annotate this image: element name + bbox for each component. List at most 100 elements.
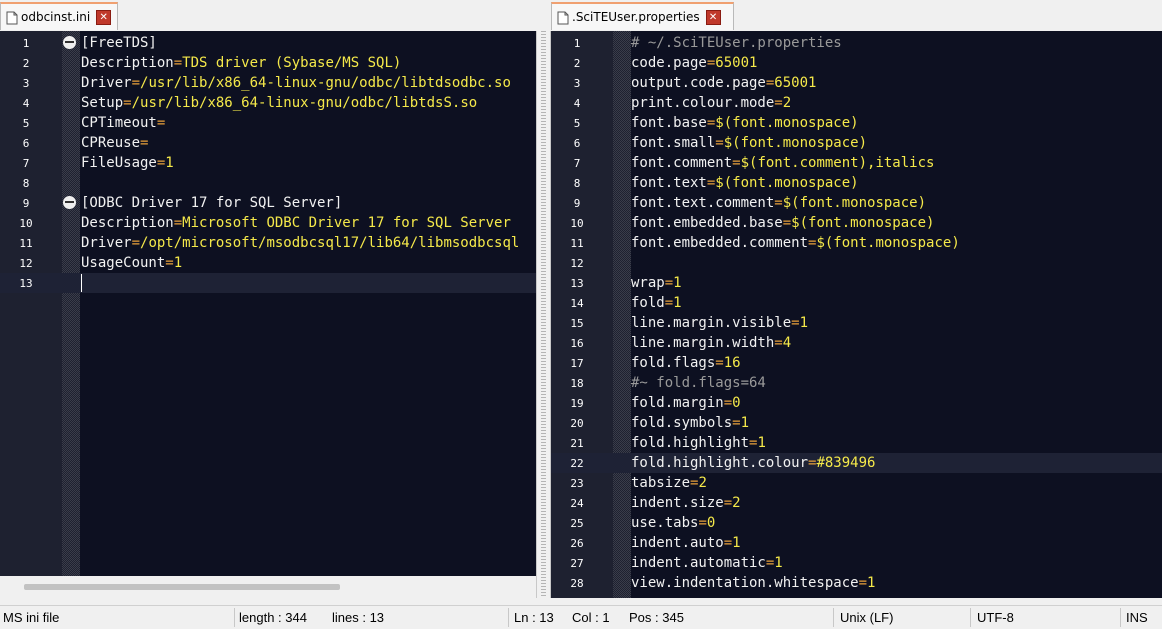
code-text: #~ fold.flags=64 xyxy=(631,373,766,393)
code-line[interactable]: 6 CPReuse= xyxy=(0,133,536,153)
code-line[interactable]: 7 font.comment=$(font.comment),italics xyxy=(551,153,1162,173)
code-line[interactable]: 9 [ODBC Driver 17 for SQL Server] xyxy=(0,193,536,213)
code-line[interactable]: 2 code.page=65001 xyxy=(551,53,1162,73)
equals-sign: = xyxy=(723,535,733,551)
key-text: CPReuse xyxy=(81,135,141,151)
line-number: 9 xyxy=(22,197,30,210)
code-text: font.embedded.comment=$(font.monospace) xyxy=(631,233,960,253)
code-line[interactable]: 20 fold.symbols=1 xyxy=(551,413,1162,433)
key-text: font.base xyxy=(631,115,707,131)
code-line[interactable]: 8 xyxy=(0,173,536,193)
code-line[interactable]: 9 font.text.comment=$(font.monospace) xyxy=(551,193,1162,213)
code-line[interactable]: 22 fold.highlight.colour=#839496 xyxy=(551,453,1162,473)
code-line[interactable]: 28 view.indentation.whitespace=1 xyxy=(551,573,1162,593)
line-number: 19 xyxy=(570,397,584,410)
code-line[interactable]: 12 xyxy=(551,253,1162,273)
left-editor[interactable]: 1 [FreeTDS] 2 Description=TDS driver (Sybas… xyxy=(0,31,536,576)
line-number: 13 xyxy=(19,277,33,290)
status-mode[interactable]: INS xyxy=(1126,610,1148,625)
close-icon[interactable]: ✕ xyxy=(705,9,721,25)
code-text: view.indentation.whitespace=1 xyxy=(631,573,875,593)
status-bar: MS ini file length : 344 lines : 13 Ln :… xyxy=(0,605,1162,629)
key-text: [FreeTDS] xyxy=(81,35,157,51)
equals-sign: = xyxy=(664,275,674,291)
key-text: font.text.comment xyxy=(631,195,775,211)
pane-splitter[interactable] xyxy=(536,31,551,598)
line-number: 17 xyxy=(570,357,584,370)
code-line[interactable]: 10 Description=Microsoft ODBC Driver 17 f… xyxy=(0,213,536,233)
value-text: $(font.comment),italics xyxy=(740,155,935,171)
code-line[interactable]: 3 output.code.page=65001 xyxy=(551,73,1162,93)
key-text: fold xyxy=(631,295,665,311)
key-text: print.colour.mode xyxy=(631,95,775,111)
line-number: 4 xyxy=(573,97,581,110)
key-text: output.code.page xyxy=(631,75,766,91)
line-number: 6 xyxy=(22,137,30,150)
code-line[interactable]: 19 fold.margin=0 xyxy=(551,393,1162,413)
code-text: fold.symbols=1 xyxy=(631,413,749,433)
equals-sign: = xyxy=(173,55,183,71)
line-number: 8 xyxy=(22,177,30,190)
code-line[interactable]: 21 fold.highlight=1 xyxy=(551,433,1162,453)
key-text: fold.flags xyxy=(631,355,716,371)
close-icon[interactable]: ✕ xyxy=(96,9,112,25)
line-number: 18 xyxy=(570,377,584,390)
code-line[interactable]: 11 font.embedded.comment=$(font.monospace… xyxy=(551,233,1162,253)
code-line[interactable]: 8 font.text=$(font.monospace) xyxy=(551,173,1162,193)
tab-label: .SciTEUser.properties xyxy=(572,10,700,24)
fold-toggle-icon[interactable] xyxy=(63,36,76,49)
tab-scite-user-properties[interactable]: .SciTEUser.properties ✕ xyxy=(551,2,734,30)
value-text: 4 xyxy=(782,335,792,351)
code-line[interactable]: 18 #~ fold.flags=64 xyxy=(551,373,1162,393)
code-line[interactable]: 13 wrap=1 xyxy=(551,273,1162,293)
fold-toggle-icon[interactable] xyxy=(63,196,76,209)
code-line[interactable]: 13 xyxy=(0,273,536,293)
code-text: font.text.comment=$(font.monospace) xyxy=(631,193,926,213)
value-text: 1 xyxy=(740,415,750,431)
code-line[interactable]: 5 font.base=$(font.monospace) xyxy=(551,113,1162,133)
code-line[interactable]: 3 Driver=/usr/lib/x86_64-linux-gnu/odbc/l… xyxy=(0,73,536,93)
horizontal-scrollbar[interactable] xyxy=(0,576,535,597)
code-line[interactable]: 5 CPTimeout= xyxy=(0,113,536,133)
code-line[interactable]: 4 Setup=/usr/lib/x86_64-linux-gnu/odbc/li… xyxy=(0,93,536,113)
tab-odbcinst[interactable]: odbcinst.ini ✕ xyxy=(0,2,118,30)
code-line[interactable]: 16 line.margin.width=4 xyxy=(551,333,1162,353)
key-text: Driver xyxy=(81,75,132,91)
status-eol[interactable]: Unix (LF) xyxy=(840,610,893,625)
code-line[interactable]: 10 font.embedded.base=$(font.monospace) xyxy=(551,213,1162,233)
right-editor[interactable]: 1 # ~/.SciTEUser.properties 2 code.page=650… xyxy=(551,31,1162,598)
status-divider xyxy=(970,608,971,627)
code-line[interactable]: 1 # ~/.SciTEUser.properties xyxy=(551,33,1162,53)
code-line[interactable]: 2 Description=TDS driver (Sybase/MS SQL) xyxy=(0,53,536,73)
code-line[interactable]: 4 print.colour.mode=2 xyxy=(551,93,1162,113)
code-line[interactable]: 27 indent.automatic=1 xyxy=(551,553,1162,573)
scrollbar-thumb[interactable] xyxy=(24,584,340,590)
code-line[interactable]: 12 UsageCount=1 xyxy=(0,253,536,273)
code-line[interactable]: 7 FileUsage=1 xyxy=(0,153,536,173)
code-line[interactable]: 6 font.small=$(font.monospace) xyxy=(551,133,1162,153)
value-text: 65001 xyxy=(774,75,817,91)
code-line[interactable]: 17 fold.flags=16 xyxy=(551,353,1162,373)
code-line[interactable]: 24 indent.size=2 xyxy=(551,493,1162,513)
code-line[interactable]: 26 indent.auto=1 xyxy=(551,533,1162,553)
status-divider xyxy=(508,608,509,627)
code-line[interactable]: 1 [FreeTDS] xyxy=(0,33,536,53)
value-text: 1 xyxy=(165,155,174,171)
splitter-grip xyxy=(541,31,546,598)
status-encoding[interactable]: UTF-8 xyxy=(977,610,1014,625)
value-text: 0 xyxy=(706,515,716,531)
code-text: line.margin.visible=1 xyxy=(631,313,808,333)
code-line[interactable]: 11 Driver=/opt/microsoft/msodbcsql17/lib6… xyxy=(0,233,536,253)
code-line[interactable]: 14 fold=1 xyxy=(551,293,1162,313)
line-number: 7 xyxy=(22,157,30,170)
code-line[interactable]: 15 line.margin.visible=1 xyxy=(551,313,1162,333)
key-text: font.embedded.base xyxy=(631,215,783,231)
line-number: 27 xyxy=(570,557,584,570)
value-text: 1 xyxy=(774,555,783,571)
key-text: indent.automatic xyxy=(631,555,766,571)
text-caret xyxy=(81,274,82,292)
code-line[interactable]: 25 use.tabs=0 xyxy=(551,513,1162,533)
line-number: 2 xyxy=(573,57,581,70)
code-line[interactable]: 23 tabsize=2 xyxy=(551,473,1162,493)
comment-text: # ~/.SciTEUser.properties xyxy=(631,35,842,51)
